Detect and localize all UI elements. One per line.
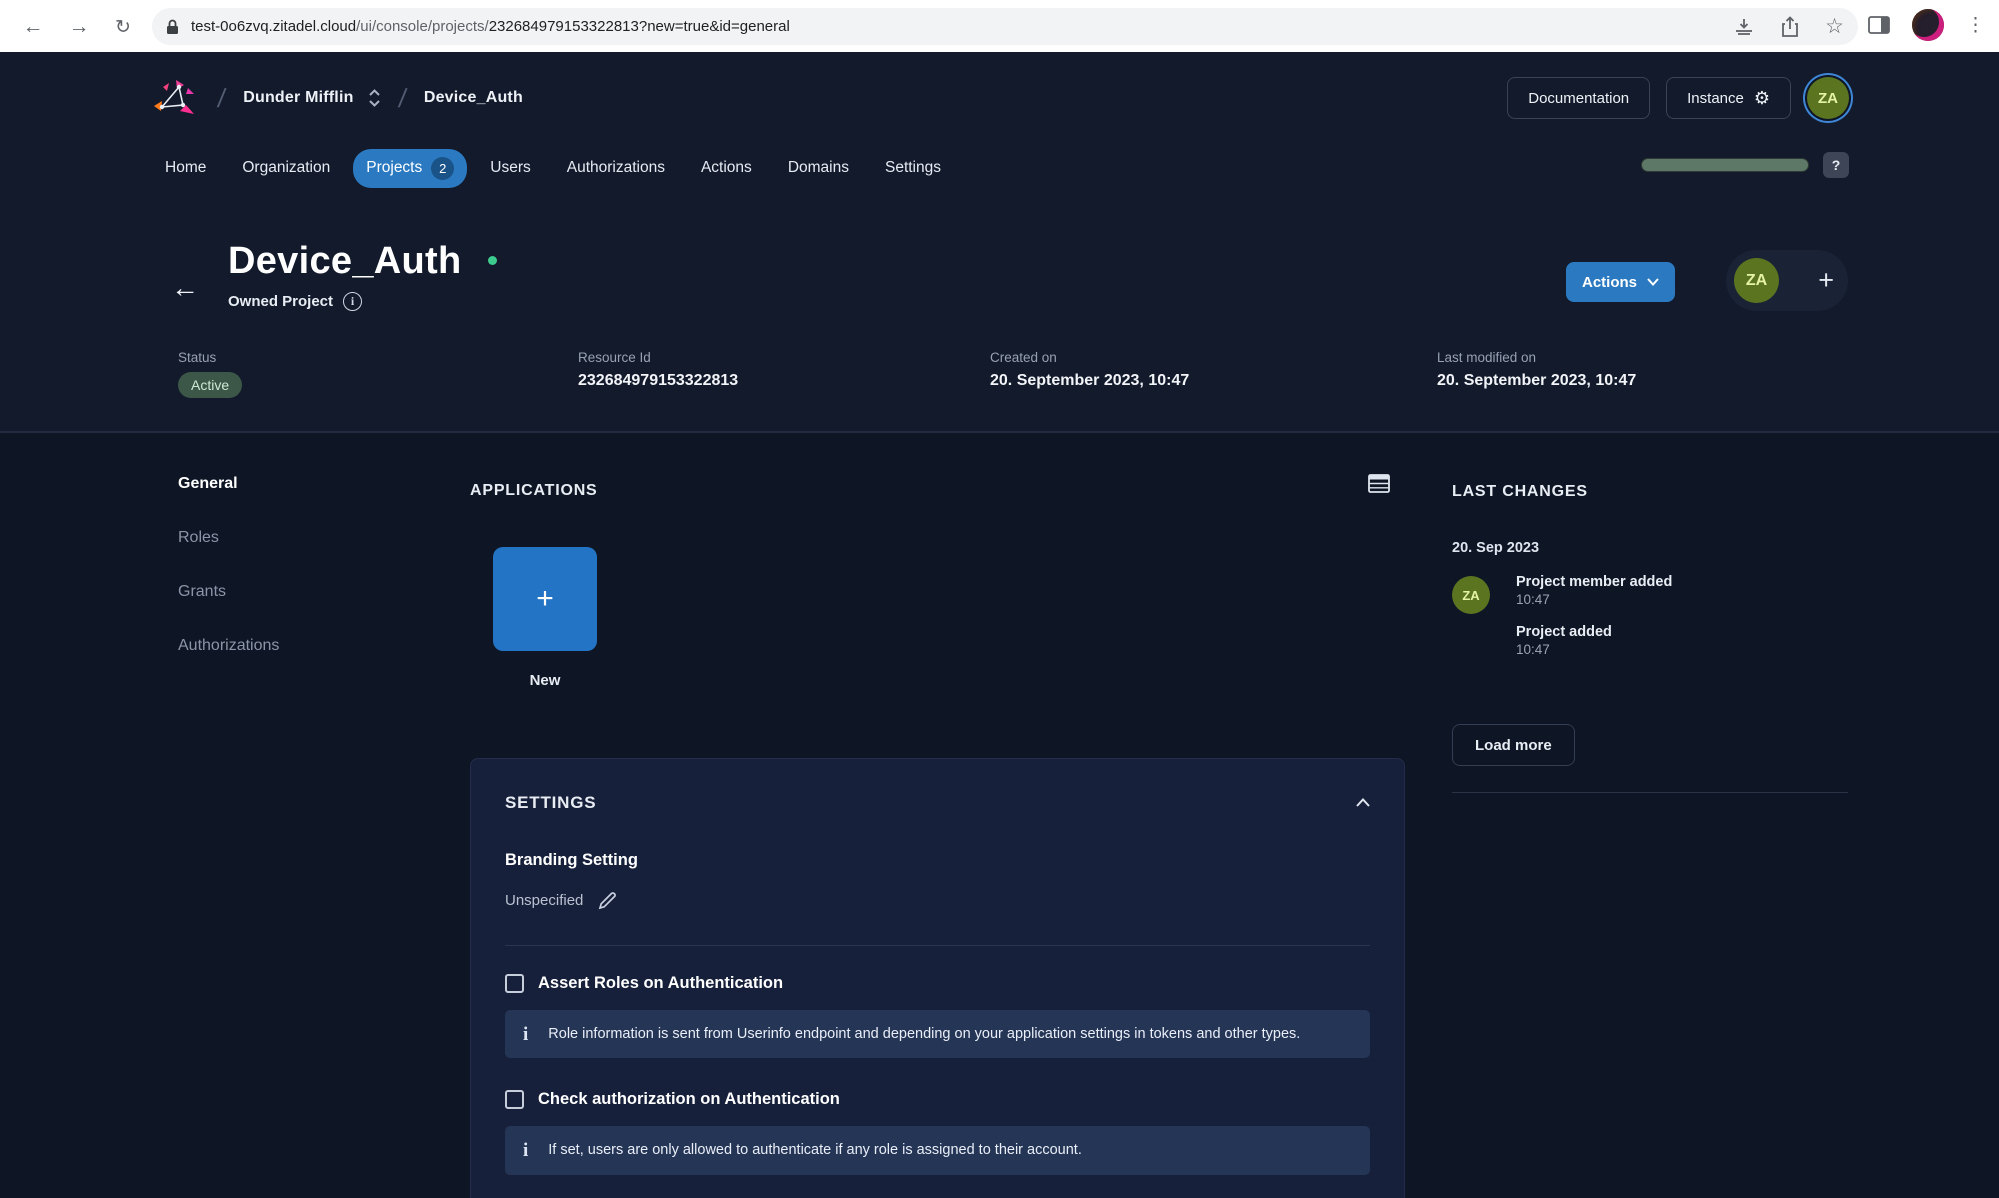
settings-card: SETTINGS Branding Setting Unspecified As… [470, 758, 1405, 1198]
nav-item-settings[interactable]: Settings [872, 151, 954, 185]
status-label: Status [178, 350, 242, 365]
browser-reload-icon[interactable]: ↻ [108, 12, 138, 42]
browser-forward-icon[interactable]: → [64, 12, 94, 42]
applications-heading: APPLICATIONS [470, 482, 598, 500]
instance-label: Instance [1687, 90, 1744, 107]
modified-on-label: Last modified on [1437, 350, 1636, 365]
status-badge: Active [178, 372, 242, 398]
share-icon[interactable] [1781, 16, 1799, 37]
nav-item-actions[interactable]: Actions [688, 151, 765, 185]
assert-roles-info-box: i Role information is sent from Userinfo… [505, 1010, 1370, 1058]
actions-label: Actions [1582, 274, 1637, 291]
actions-button[interactable]: Actions [1566, 262, 1675, 302]
install-icon[interactable] [1733, 17, 1755, 37]
project-type-label: Owned Project [228, 293, 333, 310]
gear-icon: ⚙ [1754, 88, 1770, 109]
nav-item-organization[interactable]: Organization [229, 151, 343, 185]
main-nav: Home Organization Projects 2 Users Autho… [152, 146, 954, 190]
nav-item-users[interactable]: Users [477, 151, 543, 185]
last-changes-date: 20. Sep 2023 [1452, 540, 1539, 556]
created-on-value: 20. September 2023, 10:47 [990, 372, 1189, 390]
info-icon[interactable]: i [343, 292, 362, 311]
settings-heading: SETTINGS [505, 793, 596, 813]
new-application-tile[interactable]: + [493, 547, 597, 651]
org-switcher[interactable]: Dunder Mifflin [243, 89, 380, 107]
checkbox-icon[interactable] [505, 974, 524, 993]
documentation-label: Documentation [1528, 90, 1629, 107]
resource-id-label: Resource Id [578, 350, 738, 365]
back-button[interactable]: ← [165, 268, 205, 308]
avatar-initials: ZA [1818, 90, 1838, 107]
branding-setting-value: Unspecified [505, 892, 583, 909]
instance-button[interactable]: Instance ⚙ [1666, 77, 1791, 119]
user-avatar[interactable]: ZA [1807, 77, 1849, 119]
change-event: Project member added 10:47 [1516, 574, 1672, 607]
change-author-avatar: ZA [1452, 576, 1490, 614]
avatar-initials: ZA [1746, 272, 1767, 290]
info-icon: i [523, 1025, 528, 1044]
plus-icon: + [536, 582, 554, 616]
check-authorization-info-box: i If set, users are only allowed to auth… [505, 1126, 1370, 1174]
browser-profile-avatar[interactable] [1912, 9, 1944, 41]
created-on-label: Created on [990, 350, 1189, 365]
avatar-initials: ZA [1462, 588, 1479, 603]
check-authorization-info-text: If set, users are only allowed to authen… [548, 1139, 1082, 1161]
load-more-button[interactable]: Load more [1452, 724, 1575, 766]
bookmark-star-icon[interactable]: ☆ [1825, 14, 1844, 39]
nav-item-projects[interactable]: Projects 2 [353, 149, 467, 188]
page-title: Device_Auth [228, 240, 462, 283]
browser-back-icon[interactable]: ← [18, 12, 48, 42]
zitadel-console-screen: ← → ↻ test-0o6zvq.zitadel.cloud/ui/conso… [0, 0, 1999, 1198]
project-members-group[interactable]: ZA + [1726, 250, 1848, 311]
breadcrumb-org[interactable]: Dunder Mifflin [243, 89, 353, 107]
info-icon: i [523, 1141, 528, 1160]
assert-roles-label: Assert Roles on Authentication [538, 974, 783, 993]
lock-icon [166, 19, 179, 35]
side-panel-icon[interactable] [1868, 16, 1890, 34]
unfold-icon [368, 89, 381, 107]
section-divider [0, 432, 1999, 433]
sidebar-item-general[interactable]: General [178, 475, 238, 493]
checkbox-icon[interactable] [505, 1090, 524, 1109]
breadcrumb-project[interactable]: Device_Auth [424, 89, 523, 107]
breadcrumb-separator: / [216, 83, 228, 114]
app-topbar: / Dunder Mifflin / Device_Auth Documenta… [0, 52, 1999, 144]
sidebar-item-authorizations[interactable]: Authorizations [178, 637, 279, 655]
check-authorization-checkbox-row[interactable]: Check authorization on Authentication [505, 1090, 1370, 1109]
change-event: Project added 10:47 [1516, 624, 1612, 657]
new-application-label: New [493, 672, 597, 689]
assert-roles-checkbox-row[interactable]: Assert Roles on Authentication [505, 974, 1370, 993]
assert-roles-info-text: Role information is sent from Userinfo e… [548, 1023, 1300, 1045]
browser-chrome: ← → ↻ test-0o6zvq.zitadel.cloud/ui/conso… [0, 0, 1999, 52]
onboarding-progress-bar [1641, 158, 1809, 172]
last-changes-heading: LAST CHANGES [1452, 483, 1588, 501]
projects-count-badge: 2 [431, 157, 454, 180]
help-button[interactable]: ? [1823, 152, 1849, 178]
panel-divider [1452, 792, 1848, 793]
edit-pencil-icon[interactable] [597, 890, 618, 911]
nav-item-home[interactable]: Home [152, 151, 219, 185]
modified-on-value: 20. September 2023, 10:47 [1437, 372, 1636, 390]
documentation-button[interactable]: Documentation [1507, 77, 1650, 119]
browser-menu-icon[interactable]: ⋮ [1966, 14, 1985, 37]
nav-item-domains[interactable]: Domains [775, 151, 862, 185]
check-authorization-label: Check authorization on Authentication [538, 1090, 840, 1109]
add-member-icon[interactable]: + [1818, 265, 1834, 296]
table-view-icon[interactable] [1368, 474, 1390, 498]
address-bar[interactable]: test-0o6zvq.zitadel.cloud/ui/console/pro… [152, 8, 1858, 45]
nav-item-authorizations[interactable]: Authorizations [554, 151, 678, 185]
sidebar-item-grants[interactable]: Grants [178, 583, 226, 601]
chevron-down-icon [1647, 278, 1659, 286]
card-divider [505, 945, 1370, 946]
sidebar-item-roles[interactable]: Roles [178, 529, 219, 547]
branding-setting-label: Branding Setting [505, 851, 1370, 870]
member-avatar[interactable]: ZA [1734, 258, 1779, 303]
url-text: test-0o6zvq.zitadel.cloud/ui/console/pro… [191, 18, 790, 35]
collapse-icon[interactable] [1356, 794, 1370, 812]
resource-id-value: 232684979153322813 [578, 372, 738, 390]
breadcrumb-separator: / [396, 83, 408, 114]
zitadel-logo-icon[interactable] [152, 76, 200, 120]
project-active-dot [488, 256, 497, 265]
